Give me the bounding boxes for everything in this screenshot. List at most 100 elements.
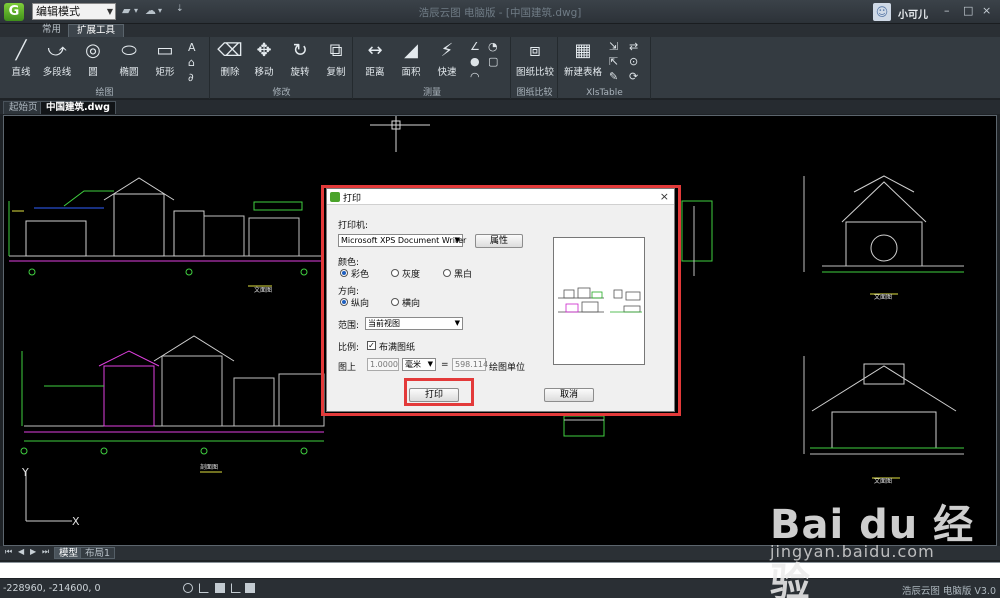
drawing-units-input[interactable]: 598.114	[452, 358, 488, 371]
polar-icon[interactable]	[231, 583, 241, 593]
close-button[interactable]: ×	[982, 4, 991, 17]
dialog-title: 打印	[343, 194, 362, 204]
dialog-titlebar: 打印 ×	[327, 189, 674, 205]
copy-button[interactable]: ⧉ 复制	[317, 40, 355, 78]
radius-icon[interactable]: ◔	[488, 40, 498, 53]
orientation-radio-landscape[interactable]	[391, 298, 399, 306]
paper-units-input[interactable]: 1.0000	[367, 358, 399, 371]
print-button-highlight-frame	[404, 378, 474, 406]
ellipse-label: 椭圆	[119, 67, 139, 78]
arc-length-icon[interactable]: ◠	[470, 70, 480, 83]
unit-select[interactable]: 毫米 ▼	[402, 358, 436, 371]
line-button[interactable]: ╱ 直线	[2, 40, 40, 78]
import-table-icon[interactable]: ⇲	[609, 40, 618, 53]
group-xlstable: ▦ 新建表格 ⇲ ⇱ ✎ ⇄ ⊙ ⟳ XlsTable	[559, 37, 651, 99]
circle-button[interactable]: ◎ 圆	[74, 40, 112, 78]
printer-label: 打印机:	[338, 221, 369, 231]
baidu-watermark: Bai du 经验 jingyan.baidu.com	[770, 492, 1000, 598]
user-name[interactable]: 小可儿	[898, 6, 928, 21]
orientation-option-portrait: 纵向	[351, 299, 370, 309]
range-select-value: 当前视图	[368, 319, 400, 328]
area-button[interactable]: ◢ 面积	[392, 40, 430, 78]
rectangle-button[interactable]: ▭ 矩形	[146, 40, 184, 78]
text-icon[interactable]: A	[188, 41, 196, 54]
minimize-button[interactable]: –	[944, 4, 950, 17]
move-label: 移动	[254, 67, 274, 78]
distance-button[interactable]: ↔ 距离	[356, 40, 394, 78]
zoom-icon[interactable]	[183, 583, 193, 593]
new-table-button[interactable]: ▦ 新建表格	[563, 40, 603, 78]
spline-icon[interactable]: ∂	[188, 71, 194, 84]
rotate-button[interactable]: ↻ 旋转	[281, 40, 319, 78]
title-bar: G 编辑模式 ▼ ▰ ▾ ☁ ▾ ⇣ 浩辰云图 电脑版 - [中国建筑.dwg]…	[0, 0, 1000, 24]
equals-sign: =	[441, 360, 449, 370]
cancel-button[interactable]: 取消	[544, 388, 594, 402]
group-label-measure: 测量	[422, 88, 441, 98]
section-bottom-left	[20, 335, 325, 455]
compare-icon: ⧈	[529, 40, 541, 61]
delete-button[interactable]: ⌫ 删除	[211, 40, 249, 78]
window-title: 浩辰云图 电脑版 - [中国建筑.dwg]	[418, 7, 582, 19]
print-dialog: 打印 × 打印机: Microsoft XPS Document Writer …	[326, 188, 675, 412]
rectangle-label: 矩形	[155, 67, 175, 78]
color-radio-color[interactable]	[340, 269, 348, 277]
hatch-icon[interactable]: ⌂	[188, 56, 195, 69]
elevation-top-left	[8, 177, 324, 276]
dialog-close-button[interactable]: ×	[660, 190, 669, 203]
properties-button[interactable]: 属性	[475, 234, 523, 248]
next-layout-icon[interactable]: ▶	[30, 547, 36, 556]
snap-icon[interactable]	[245, 583, 255, 593]
prev-layout-icon[interactable]: ◀	[18, 547, 24, 556]
drawing-title-section: 剖面图	[200, 463, 218, 471]
maximize-button[interactable]: □	[963, 4, 973, 17]
update-table-icon[interactable]: ⟳	[629, 70, 638, 83]
user-avatar[interactable]: ☺	[873, 3, 891, 21]
move-button[interactable]: ✥ 移动	[245, 40, 283, 78]
angle-icon[interactable]: ∠	[470, 40, 480, 53]
color-radio-gray[interactable]	[391, 269, 399, 277]
polyline-button[interactable]: ⤻ 多段线	[38, 40, 76, 78]
group-measure: ↔ 距离 ◢ 面积 ⚡ 快速 ∠ ● ◠ ◔ ▢ 测量	[354, 37, 511, 99]
polyline-icon: ⤻	[47, 40, 67, 61]
drawing-title-pavilion: 文面图	[874, 293, 892, 301]
first-layout-icon[interactable]: ⏮	[5, 547, 12, 557]
orientation-radio-portrait[interactable]	[340, 298, 348, 306]
circle-label: 圆	[88, 67, 98, 78]
tab-extended-tools[interactable]: 扩展工具	[68, 24, 125, 37]
rotate-icon: ↻	[292, 40, 308, 61]
line-icon: ╱	[15, 40, 27, 61]
grid-icon[interactable]	[215, 583, 225, 593]
printer-select[interactable]: Microsoft XPS Document Writer ▼	[338, 234, 466, 247]
tab-model[interactable]: 模型	[54, 547, 84, 559]
delete-label: 删除	[220, 67, 240, 78]
color-radio-mono[interactable]	[443, 269, 451, 277]
export-table-icon[interactable]: ⇱	[609, 55, 618, 68]
edit-table-icon[interactable]: ✎	[609, 70, 618, 83]
tab-drawing[interactable]: 中国建筑.dwg	[40, 101, 116, 114]
tab-common[interactable]: 常用	[34, 24, 69, 37]
tab-start-page[interactable]: 起始页	[3, 101, 44, 114]
link-table-icon[interactable]: ⇄	[629, 40, 638, 53]
ortho-icon[interactable]	[199, 583, 209, 593]
range-select[interactable]: 当前视图 ▼	[365, 317, 463, 330]
circle-icon: ◎	[85, 40, 101, 61]
preview-thumbnail	[558, 287, 642, 313]
rectangle-icon: ▭	[156, 40, 174, 61]
tab-layout1[interactable]: 布局1	[80, 547, 116, 559]
color-option-mono: 黑白	[454, 270, 473, 280]
rotate-label: 旋转	[290, 67, 310, 78]
fit-to-paper-label: 布满图纸	[379, 343, 416, 353]
pavilion-section	[803, 356, 964, 455]
ellipse-button[interactable]: ⬭ 椭圆	[110, 40, 148, 78]
last-layout-icon[interactable]: ⏭	[42, 547, 49, 557]
polyline-label: 多段线	[42, 67, 72, 78]
fit-to-paper-checkbox[interactable]: ✓	[367, 341, 376, 350]
move-icon: ✥	[256, 40, 272, 61]
quick-measure-button[interactable]: ⚡ 快速	[428, 40, 466, 78]
color-option-gray: 灰度	[402, 270, 421, 280]
compare-button[interactable]: ⧈ 图纸比较	[516, 40, 554, 78]
watermark-url: jingyan.baidu.com	[770, 542, 935, 561]
perimeter-icon[interactable]: ▢	[488, 55, 498, 68]
coordinate-icon[interactable]: ●	[470, 55, 480, 68]
view-table-icon[interactable]: ⊙	[629, 55, 638, 68]
